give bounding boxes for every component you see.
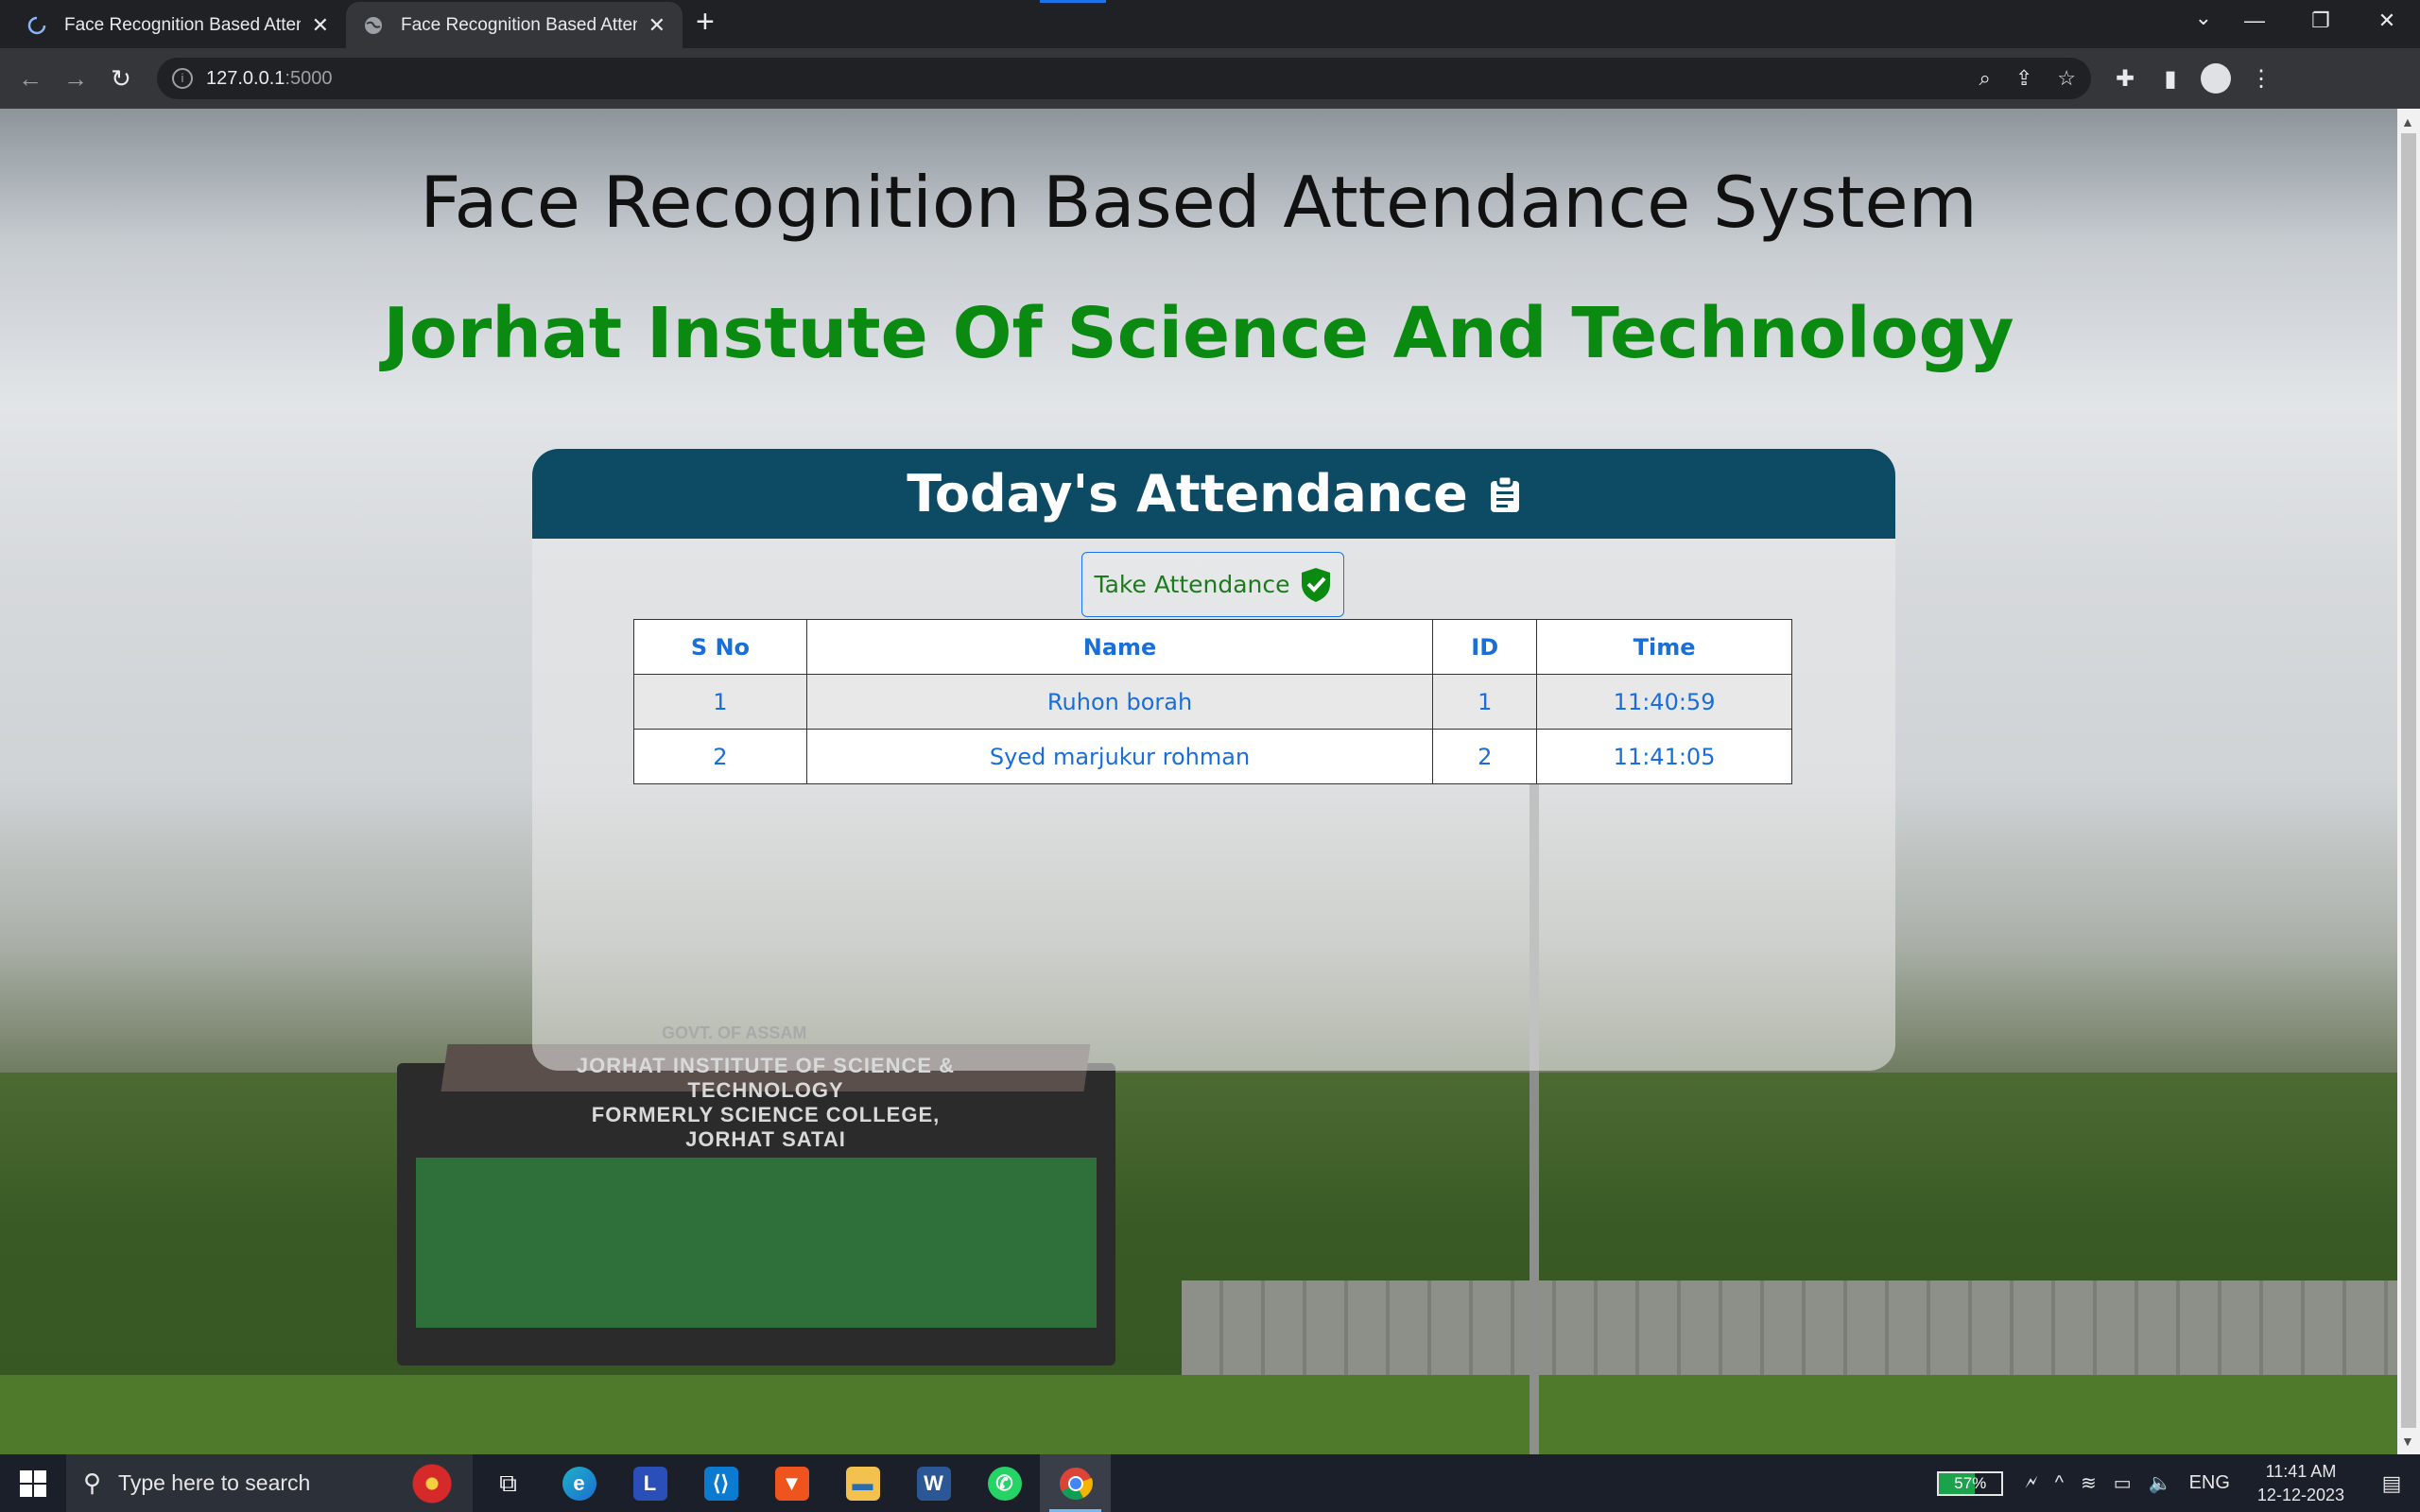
brave-icon[interactable]: ▼	[756, 1454, 827, 1512]
clock-time: 11:41 AM	[2265, 1461, 2337, 1481]
vscode-icon[interactable]: ⟨⟩	[685, 1454, 756, 1512]
back-icon[interactable]: ←	[8, 64, 53, 94]
card-title: Today's Attendance	[907, 464, 1468, 524]
window-controls: — ❐ ✕	[2221, 0, 2420, 42]
search-highlight-icon	[410, 1462, 454, 1505]
word-icon[interactable]: W	[898, 1454, 969, 1512]
cell-time: 11:40:59	[1536, 674, 1792, 730]
gate-sign-line2: FORMERLY SCIENCE COLLEGE, JORHAT SATAI	[591, 1103, 941, 1151]
shield-check-icon	[1301, 567, 1330, 602]
zoom-icon[interactable]: ⌕	[1979, 66, 1991, 91]
take-attendance-button[interactable]: Take Attendance	[1081, 552, 1344, 617]
address-bar[interactable]: i 127.0.0.1 :5000 ⌕ ⇪ ☆	[157, 58, 2091, 99]
table-row: 2 Syed marjukur rohman 2 11:41:05	[633, 729, 1792, 784]
scroll-up-icon[interactable]: ▲	[2401, 114, 2414, 129]
side-panel-icon[interactable]: ▮	[2148, 65, 2193, 93]
url-host: 127.0.0.1	[206, 67, 285, 89]
background-field	[0, 1375, 2397, 1454]
volume-icon[interactable]: 🔈	[2149, 1471, 2172, 1495]
background-gate-panels	[416, 1158, 1097, 1328]
cell-id: 1	[1432, 674, 1538, 730]
clock-date: 12-12-2023	[2256, 1485, 2344, 1504]
scrollbar-thumb[interactable]	[2401, 133, 2416, 1428]
bookmark-star-icon[interactable]: ☆	[2057, 66, 2076, 91]
close-icon[interactable]: ✕	[648, 13, 666, 38]
cell-sno: 1	[633, 674, 807, 730]
edge-icon[interactable]: e	[544, 1454, 614, 1512]
page-scrollbar[interactable]: ▲ ▼	[2397, 109, 2420, 1454]
browser-tabstrip: Face Recognition Based Attendance ✕ Face…	[0, 0, 2420, 48]
reload-icon[interactable]: ↻	[98, 64, 144, 94]
tabstrip-indicator	[1040, 0, 1106, 3]
browser-toolbar: ← → ↻ i 127.0.0.1 :5000 ⌕ ⇪ ☆ ✚ ▮ ⋮	[0, 48, 2420, 109]
scroll-down-icon[interactable]: ▼	[2401, 1434, 2414, 1449]
l-app-icon[interactable]: L	[614, 1454, 685, 1512]
institute-name: Jorhat Instute Of Science And Technology	[383, 293, 2014, 374]
cell-id: 2	[1432, 729, 1538, 784]
whatsapp-icon[interactable]: ✆	[969, 1454, 1040, 1512]
page-viewport: Face Recognition Based Attendance System…	[0, 109, 2397, 1454]
notification-icon[interactable]: ▤	[2363, 1471, 2420, 1496]
page-title: Face Recognition Based Attendance System	[420, 161, 1978, 244]
close-window-icon[interactable]: ✕	[2354, 0, 2420, 42]
browser-tab-2[interactable]: Face Recognition Based Attendance ✕	[346, 2, 683, 48]
globe-icon	[365, 16, 382, 34]
extensions-icon[interactable]: ✚	[2102, 65, 2148, 93]
gate-sign: JORHAT INSTITUTE OF SCIENCE & TECHNOLOGY…	[548, 1054, 983, 1152]
url-port: :5000	[285, 67, 333, 89]
cell-name: Syed marjukur rohman	[805, 729, 1434, 784]
language-indicator[interactable]: ENG	[2189, 1472, 2230, 1494]
table-header-row: S No Name ID Time	[633, 619, 1792, 675]
new-tab-button[interactable]: +	[696, 4, 715, 41]
table-row: 1 Ruhon borah 1 11:40:59	[633, 674, 1792, 730]
browser-tab-1[interactable]: Face Recognition Based Attendance ✕	[9, 2, 346, 48]
column-header-time: Time	[1536, 619, 1792, 675]
search-icon: ⚲	[83, 1469, 102, 1497]
chevron-up-icon[interactable]: ^	[2055, 1472, 2064, 1494]
windows-start-icon[interactable]	[0, 1469, 66, 1497]
clipboard-icon	[1490, 474, 1519, 512]
restore-icon[interactable]: ❐	[2288, 0, 2354, 42]
loading-spinner-icon	[27, 16, 46, 34]
gate-sign-line1: JORHAT INSTITUTE OF SCIENCE & TECHNOLOGY	[576, 1054, 956, 1102]
power-icon[interactable]: 🗲	[2025, 1472, 2037, 1494]
system-tray: 57% 🗲 ^ ≋ ▭ 🔈 ENG 11:41 AM 12-12-2023 ▤	[1937, 1460, 2420, 1507]
cell-sno: 2	[633, 729, 807, 784]
windows-logo-icon	[20, 1469, 46, 1497]
close-icon[interactable]: ✕	[312, 13, 329, 38]
gate-sign-top: GOVT. OF ASSAM	[662, 1023, 807, 1042]
tab-title: Face Recognition Based Attendance	[401, 14, 637, 35]
task-view-icon[interactable]: ⧉	[473, 1454, 544, 1512]
attendance-card: Today's Attendance Take Attendance S No …	[532, 449, 1895, 1071]
tab-title: Face Recognition Based Attendance	[64, 14, 301, 35]
tab-search-icon[interactable]: ⌄	[2195, 6, 2212, 30]
cell-time: 11:41:05	[1536, 729, 1792, 784]
wifi-icon[interactable]: ≋	[2081, 1471, 2097, 1495]
chrome-icon[interactable]	[1040, 1454, 1111, 1512]
forward-icon[interactable]: →	[53, 64, 98, 94]
cell-name: Ruhon borah	[805, 674, 1434, 730]
file-explorer-icon[interactable]: ▬	[827, 1454, 898, 1512]
taskbar-search-box[interactable]: ⚲ Type here to search	[66, 1454, 473, 1512]
column-header-id: ID	[1432, 619, 1538, 675]
minimize-icon[interactable]: —	[2221, 0, 2288, 42]
take-attendance-label: Take Attendance	[1094, 571, 1290, 598]
column-header-name: Name	[805, 619, 1434, 675]
chrome-logo-icon	[1059, 1467, 1093, 1500]
profile-avatar[interactable]	[2201, 63, 2231, 94]
column-header-sno: S No	[633, 619, 807, 675]
battery-percent: 57%	[1954, 1473, 1987, 1492]
menu-kebab-icon[interactable]: ⋮	[2238, 65, 2284, 93]
attendance-table: S No Name ID Time 1 Ruhon borah 1 11:40:…	[633, 619, 1792, 784]
windows-taskbar: ⚲ Type here to search ⧉ e L ⟨⟩ ▼ ▬ W ✆ 5…	[0, 1454, 2420, 1512]
info-icon[interactable]: i	[172, 68, 193, 89]
battery-indicator[interactable]: 57%	[1937, 1470, 2004, 1496]
battery-small-icon[interactable]: ▭	[2114, 1471, 2132, 1495]
taskbar-clock[interactable]: 11:41 AM 12-12-2023	[2257, 1460, 2344, 1507]
taskbar-search-placeholder: Type here to search	[118, 1470, 311, 1495]
share-icon[interactable]: ⇪	[2015, 66, 2032, 91]
card-header: Today's Attendance	[532, 449, 1895, 539]
